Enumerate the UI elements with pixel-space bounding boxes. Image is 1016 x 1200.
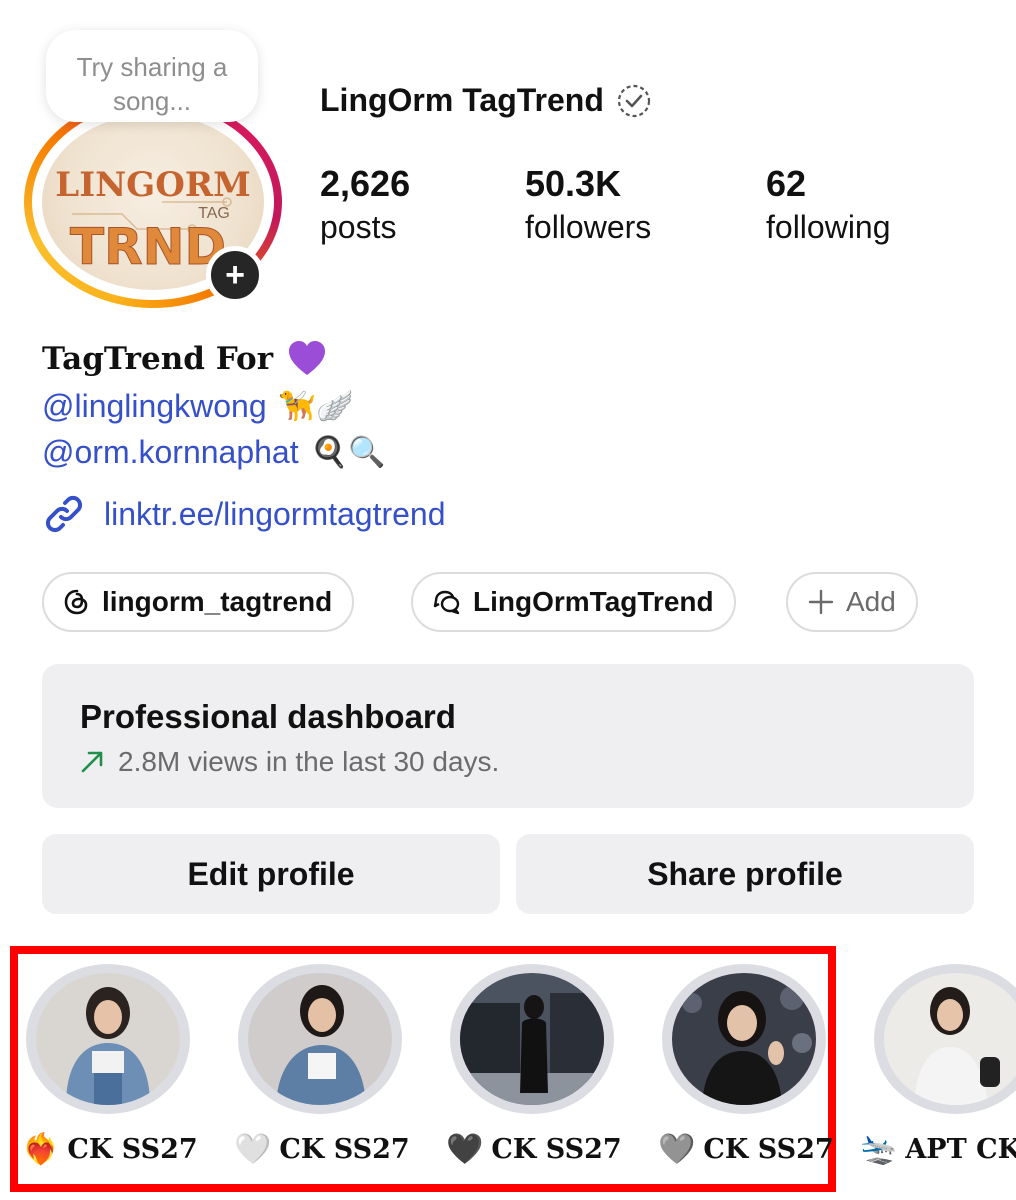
highlight-label: ❤️‍🔥 CK SS27 <box>22 1132 198 1167</box>
username: LingOrm TagTrend <box>320 82 604 118</box>
purple-heart-icon <box>289 341 326 375</box>
threads-chip-label: lingorm_tagtrend <box>102 586 333 617</box>
dashboard-subtitle: 2.8M views in the last 30 days. <box>80 746 974 778</box>
highlight-item[interactable]: ❤️‍🔥 CK SS27 <box>12 960 198 1190</box>
note-text: Try sharing a song... <box>76 52 228 116</box>
mention-orm-kornnaphat[interactable]: @orm.kornnaphat <box>42 434 299 471</box>
highlight-item[interactable]: 🩶 CK SS27 <box>648 960 834 1190</box>
stat-followers[interactable]: 50.3K followers <box>525 162 651 248</box>
dashboard-subtitle-text: 2.8M views in the last 30 days. <box>118 746 500 777</box>
stat-following-label: following <box>766 209 891 245</box>
stat-posts-value: 2,626 <box>320 163 411 204</box>
link-text[interactable]: linktr.ee/lingormtagtrend <box>104 496 446 533</box>
add-link-chip[interactable]: Add <box>786 572 918 632</box>
highlight-cover <box>248 973 392 1105</box>
stat-posts[interactable]: 2,626 posts <box>320 162 410 248</box>
bio-link[interactable]: linktr.ee/lingormtagtrend <box>42 492 446 536</box>
stat-following[interactable]: 62 following <box>766 162 891 248</box>
verified-badge-icon[interactable] <box>616 83 652 119</box>
link-icon <box>45 495 83 533</box>
highlight-cover <box>36 973 180 1105</box>
edit-profile-button[interactable]: Edit profile <box>42 834 500 914</box>
bio-name: TagTrend For <box>42 340 327 378</box>
highlight-item[interactable]: 🛬 APT CK <box>860 960 1016 1190</box>
username-row: LingOrm TagTrend <box>320 82 652 119</box>
chat-bubbles-icon <box>433 590 460 615</box>
egg-magnifier-emoji: 🍳🔍 <box>310 436 386 469</box>
airplane-arrival-icon: 🛬 <box>860 1132 898 1167</box>
highlight-label: 🖤 CK SS27 <box>446 1132 622 1167</box>
white-heart-icon: 🤍 <box>234 1132 272 1167</box>
bio-mention-orm[interactable]: @orm.kornnaphat 🍳🔍 <box>42 434 385 471</box>
bio-mention-ling[interactable]: @linglingkwong 🦮🪽 <box>42 388 353 425</box>
dashboard-title: Professional dashboard <box>80 698 456 735</box>
highlight-label: 🤍 CK SS27 <box>234 1132 410 1167</box>
svg-text:LINGORM: LINGORM <box>55 165 250 205</box>
messenger-chip-label: LingOrmTagTrend <box>473 586 714 617</box>
black-heart-icon: 🖤 <box>446 1132 484 1167</box>
highlight-item[interactable]: 🖤 CK SS27 <box>436 960 622 1190</box>
professional-dashboard[interactable]: Professional dashboard 2.8M views in the… <box>42 664 974 808</box>
heart-on-fire-icon: ❤️‍🔥 <box>22 1132 60 1167</box>
stat-posts-label: posts <box>320 209 397 245</box>
profile-stats: 2,626 posts 50.3K followers 62 following <box>320 162 1000 262</box>
highlight-cover <box>460 973 604 1105</box>
plus-icon <box>808 589 834 615</box>
svg-text:TRND: TRND <box>70 218 226 276</box>
highlight-item[interactable]: 🤍 CK SS27 <box>224 960 410 1190</box>
share-profile-button[interactable]: Share profile <box>516 834 974 914</box>
threads-icon <box>64 589 88 615</box>
stat-followers-value: 50.3K <box>525 163 622 204</box>
bio-name-text: TagTrend For <box>42 341 274 377</box>
highlight-label: 🩶 CK SS27 <box>658 1132 834 1167</box>
threads-chip[interactable]: lingorm_tagtrend <box>42 572 355 632</box>
stat-followers-label: followers <box>525 209 652 245</box>
mention-linglingkwong[interactable]: @linglingkwong <box>42 388 267 425</box>
grey-heart-icon: 🩶 <box>658 1132 696 1167</box>
highlight-cover <box>884 973 1016 1105</box>
highlight-label: 🛬 APT CK <box>860 1132 1016 1167</box>
stat-following-value: 62 <box>766 163 807 204</box>
guide-dog-wing-emoji: 🦮🪽 <box>278 390 354 423</box>
note-bubble[interactable]: Try sharing a song... <box>46 30 258 122</box>
add-chip-label: Add <box>846 586 896 617</box>
trending-up-arrow-icon <box>81 751 103 773</box>
add-story-button[interactable]: + <box>206 246 264 304</box>
messenger-chip[interactable]: LingOrmTagTrend <box>411 572 736 632</box>
highlight-cover <box>672 973 816 1105</box>
